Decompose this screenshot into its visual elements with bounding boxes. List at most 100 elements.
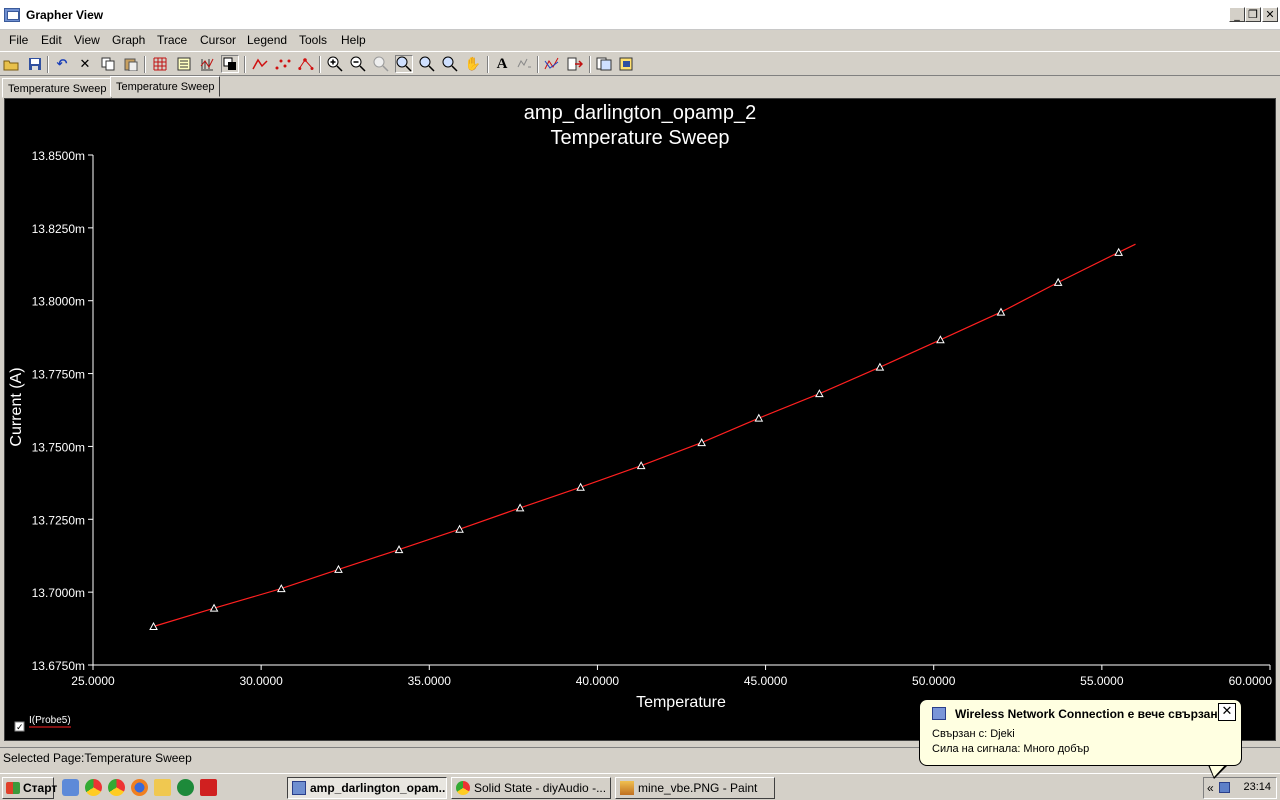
y-tick-label: 13.8000m — [32, 295, 85, 309]
x-tick-label: 25.0000 — [71, 674, 115, 688]
cut-icon[interactable]: ✕ — [76, 55, 94, 73]
y-axis-label: Current (A) — [8, 367, 25, 446]
y-tick-label: 13.8500m — [32, 149, 85, 163]
firefox-icon[interactable] — [131, 779, 148, 796]
zoom-in-icon[interactable] — [326, 55, 344, 73]
y-tick-label: 13.7500m — [32, 440, 85, 454]
trace-icon[interactable] — [543, 55, 561, 73]
x-tick-label: 40.0000 — [576, 674, 620, 688]
label-icon[interactable] — [515, 55, 533, 73]
y-tick-label: 13.7250m — [32, 513, 85, 527]
x-tick-label: 50.0000 — [912, 674, 956, 688]
export-page-icon[interactable] — [618, 55, 636, 73]
menu-bar: File Edit View Graph Trace Cursor Legend… — [0, 30, 1280, 50]
balloon-line-signal: Сила на сигнала: Много добър — [932, 743, 1090, 755]
pan-icon[interactable]: ✋ — [464, 55, 482, 73]
copy-icon[interactable] — [99, 55, 117, 73]
grapher-task-icon — [292, 781, 306, 795]
series-line — [153, 243, 1136, 628]
show-desktop-icon[interactable] — [62, 779, 79, 796]
y-tick-label: 13.8250m — [32, 222, 85, 236]
zoom-x-icon[interactable] — [418, 55, 436, 73]
data-point-marker — [815, 389, 824, 398]
zoom-y-icon[interactable] — [441, 55, 459, 73]
task-label: mine_vbe.PNG - Paint — [638, 781, 758, 795]
wireless-network-icon[interactable] — [1219, 782, 1230, 793]
menu-graph[interactable]: Graph — [112, 33, 145, 47]
export-icon[interactable] — [566, 55, 584, 73]
toolbar: ↶ ✕ ✋ A — [0, 51, 1280, 76]
window-title: Grapher View — [26, 8, 104, 22]
restore-button[interactable]: ❐ — [1245, 7, 1261, 22]
folder-icon[interactable] — [154, 779, 171, 796]
undo-icon[interactable]: ↶ — [53, 55, 71, 73]
copy-page-icon[interactable] — [595, 55, 613, 73]
menu-cursor[interactable]: Cursor — [200, 33, 236, 47]
system-tray: « 23:14 — [1203, 777, 1277, 799]
menu-file[interactable]: File — [9, 33, 28, 47]
task-label: Solid State - diyAudio -... — [474, 781, 607, 795]
close-button[interactable]: ✕ — [1262, 7, 1278, 22]
task-paint[interactable]: mine_vbe.PNG - Paint — [615, 777, 775, 799]
data-point-marker — [996, 307, 1006, 316]
minimize-button[interactable]: _ — [1229, 7, 1245, 22]
zoom-out-icon[interactable] — [349, 55, 367, 73]
start-button[interactable]: Старт — [2, 777, 58, 799]
text-icon[interactable]: A — [493, 55, 511, 73]
windows-logo-icon — [6, 782, 20, 794]
tab-temperature-sweep-2[interactable]: Temperature Sweep — [110, 76, 221, 97]
legend-icon[interactable] — [175, 55, 193, 73]
task-browser[interactable]: Solid State - diyAudio -... — [451, 777, 611, 799]
open-icon[interactable] — [2, 55, 20, 73]
status-text: Selected Page:Temperature Sweep — [3, 751, 192, 765]
grapher-app-icon — [4, 8, 20, 22]
wireless-network-icon — [932, 707, 946, 720]
task-grapher[interactable]: amp_darlington_opam... — [287, 777, 447, 799]
menu-edit[interactable]: Edit — [41, 33, 62, 47]
menu-tools[interactable]: Tools — [299, 33, 327, 47]
legend[interactable]: ✓ I(Probe5) — [14, 715, 71, 733]
data-point-marker — [636, 461, 646, 470]
data-point-marker — [1053, 277, 1063, 286]
media-player-icon[interactable] — [177, 779, 194, 796]
data-point-marker — [697, 438, 707, 447]
start-label: Старт — [23, 781, 58, 795]
clock[interactable]: 23:14 — [1243, 781, 1271, 793]
grid-icon[interactable] — [151, 55, 169, 73]
line-icon[interactable] — [251, 55, 269, 73]
x-tick-label: 45.0000 — [744, 674, 788, 688]
graph-area[interactable]: amp_darlington_opamp_2 Temperature Sweep… — [4, 98, 1276, 741]
chart-title: amp_darlington_opamp_2 — [524, 102, 756, 124]
balloon-close-button[interactable]: ✕ — [1218, 703, 1236, 721]
chart-canvas[interactable]: amp_darlington_opamp_2 Temperature Sweep… — [5, 99, 1275, 740]
zoom-area-icon[interactable] — [395, 55, 413, 73]
x-tick-label: 60.0000 — [1229, 674, 1273, 688]
balloon-title: Wireless Network Connection е вече свърз… — [955, 707, 1218, 721]
chrome-icon[interactable] — [85, 779, 102, 796]
paste-icon[interactable] — [122, 55, 140, 73]
taskbar: Старт amp_darlington_opam... Solid State… — [0, 773, 1280, 800]
chrome-icon-2[interactable] — [108, 779, 125, 796]
pdf-reader-icon[interactable] — [200, 779, 217, 796]
menu-trace[interactable]: Trace — [157, 33, 187, 47]
menu-help[interactable]: Help — [341, 33, 366, 47]
data-point-marker — [936, 335, 945, 344]
points-icon[interactable] — [274, 55, 292, 73]
cursor-icon[interactable] — [198, 55, 216, 73]
x-tick-label: 30.0000 — [239, 674, 283, 688]
chrome-task-icon — [456, 781, 470, 795]
menu-view[interactable]: View — [74, 33, 100, 47]
title-bar: Grapher View _ ❐ ✕ — [0, 0, 1280, 30]
tray-expand-button[interactable]: « — [1207, 781, 1214, 795]
zoom-fit-icon[interactable] — [372, 55, 390, 73]
task-label: amp_darlington_opam... — [310, 781, 447, 795]
network-balloon[interactable]: Wireless Network Connection е вече свърз… — [919, 699, 1242, 766]
line-points-icon[interactable] — [297, 55, 315, 73]
menu-legend[interactable]: Legend — [247, 33, 287, 47]
save-icon[interactable] — [26, 55, 44, 73]
tab-temperature-sweep-1[interactable]: Temperature Sweep — [2, 78, 113, 98]
chart-subtitle: Temperature Sweep — [551, 127, 730, 149]
balloon-line-connected: Свързан с: Djeki — [932, 728, 1015, 740]
overlay-icon[interactable] — [221, 55, 239, 73]
series-layer — [149, 243, 1136, 631]
